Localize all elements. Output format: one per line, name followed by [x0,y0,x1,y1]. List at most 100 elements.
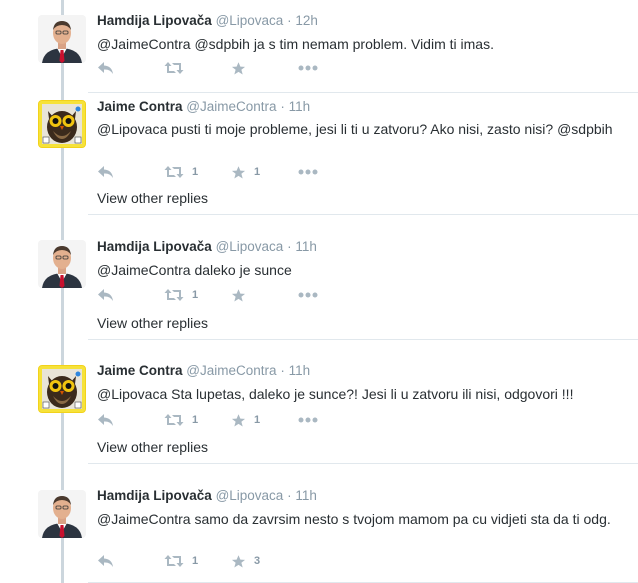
reply-icon [98,62,113,74]
author-name[interactable]: Hamdija Lipovača [97,13,212,28]
author-name[interactable]: Hamdija Lipovača [97,239,212,254]
more-button[interactable] [298,65,365,71]
star-icon [231,165,246,178]
author-name[interactable]: Hamdija Lipovača [97,488,212,503]
retweet-icon [164,62,184,74]
avatar[interactable] [38,100,86,148]
retweet-icon [164,414,184,426]
like-count: 1 [254,166,261,178]
more-icon [298,292,318,298]
retweet-icon [164,166,184,178]
separator-dot: · [287,13,292,28]
tweet-actions [97,58,365,78]
star-icon [231,288,246,301]
tweet-header: Jaime Contra @JaimeContra · 11h [97,98,628,116]
owl-avatar-image [39,366,85,412]
tweet-text: @JaimeContra @sdpbih ja s tim nemam prob… [97,36,494,52]
tweet-header: Hamdija Lipovača @Lipovaca · 11h [97,238,628,256]
retweet-count: 1 [192,555,199,567]
tweet-text: @JaimeContra samo da zavrsim nesto s tvo… [97,511,611,527]
timestamp[interactable]: 12h [295,13,318,28]
like-count: 3 [254,555,261,567]
like-button[interactable]: 1 [231,413,298,428]
author-handle[interactable]: @Lipovaca [216,13,284,28]
author-name[interactable]: Jaime Contra [97,99,183,114]
separator-dot: · [287,239,292,254]
reply-button[interactable] [97,61,164,75]
separator-dot: · [280,363,285,378]
tweet-content: Hamdija Lipovača @Lipovaca · 11h @JaimeC… [97,238,628,280]
avatar[interactable] [38,365,86,413]
more-button[interactable] [298,169,365,175]
tweet[interactable]: Hamdija Lipovača @Lipovaca · 11h @JaimeC… [0,464,638,583]
author-handle[interactable]: @JaimeContra [186,99,276,114]
view-other-replies-link[interactable]: View other replies [97,439,208,455]
author-handle[interactable]: @JaimeContra [186,363,276,378]
tweet-text: @Lipovaca pusti ti moje probleme, jesi l… [97,121,613,137]
separator-dot: · [280,99,285,114]
more-icon [298,65,318,71]
tweet[interactable]: Jaime Contra @JaimeContra · 11h @Lipovac… [0,93,638,215]
like-button[interactable]: 1 [231,165,298,180]
like-button[interactable] [231,288,298,303]
retweet-count: 1 [192,166,199,178]
reply-icon [98,555,113,567]
reply-icon [98,166,113,178]
tweet-actions: 1 1 [97,162,365,182]
more-icon [298,169,318,175]
like-button[interactable] [231,61,298,76]
star-icon [231,554,246,567]
tweet-text: @JaimeContra daleko je sunce [97,262,292,278]
author-handle[interactable]: @Lipovaca [216,488,284,503]
avatar[interactable] [38,490,86,538]
retweet-icon [164,555,184,567]
man-portrait-avatar-image [38,490,86,538]
retweet-count: 1 [192,414,199,426]
more-icon [298,417,318,423]
avatar[interactable] [38,240,86,288]
tweet[interactable]: Hamdija Lipovača @Lipovaca · 12h @JaimeC… [0,0,638,93]
retweet-icon [164,289,184,301]
retweet-button[interactable]: 1 [164,554,231,568]
retweet-button[interactable]: 1 [164,288,231,302]
separator-dot: · [287,488,292,503]
tweet-actions: 1 3 [97,551,298,571]
tweet-text: @Lipovaca Sta lupetas, daleko je sunce?!… [97,386,574,402]
tweet[interactable]: Jaime Contra @JaimeContra · 11h @Lipovac… [0,340,638,464]
reply-icon [98,289,113,301]
tweet-actions: 1 1 [97,410,365,430]
timestamp[interactable]: 11h [289,99,311,114]
reply-button[interactable] [97,413,164,427]
tweet-content: Hamdija Lipovača @Lipovaca · 11h @JaimeC… [97,487,628,529]
timestamp[interactable]: 11h [289,363,311,378]
author-name[interactable]: Jaime Contra [97,363,183,378]
tweet-content: Jaime Contra @JaimeContra · 11h @Lipovac… [97,362,628,404]
timestamp[interactable]: 11h [295,488,317,503]
timestamp[interactable]: 11h [295,239,317,254]
more-button[interactable] [298,292,365,298]
reply-button[interactable] [97,165,164,179]
reply-button[interactable] [97,288,164,302]
reply-icon [98,414,113,426]
tweet-header: Jaime Contra @JaimeContra · 11h [97,362,628,380]
man-portrait-avatar-image [38,240,86,288]
tweet-actions: 1 [97,285,365,305]
author-handle[interactable]: @Lipovaca [216,239,284,254]
tweet-content: Hamdija Lipovača @Lipovaca · 12h @JaimeC… [97,12,628,54]
retweet-button[interactable]: 1 [164,413,231,427]
view-other-replies-link[interactable]: View other replies [97,190,208,206]
reply-button[interactable] [97,554,164,568]
like-button[interactable]: 3 [231,554,298,569]
tweet-header: Hamdija Lipovača @Lipovaca · 11h [97,487,628,505]
view-other-replies-link[interactable]: View other replies [97,315,208,331]
like-count: 1 [254,414,261,426]
tweet-header: Hamdija Lipovača @Lipovaca · 12h [97,12,628,30]
star-icon [231,413,246,426]
retweet-button[interactable] [164,61,231,75]
owl-avatar-image [39,101,85,147]
retweet-button[interactable]: 1 [164,165,231,179]
tweet[interactable]: Hamdija Lipovača @Lipovaca · 11h @JaimeC… [0,215,638,340]
more-button[interactable] [298,417,365,423]
avatar[interactable] [38,15,86,63]
man-portrait-avatar-image [38,15,86,63]
